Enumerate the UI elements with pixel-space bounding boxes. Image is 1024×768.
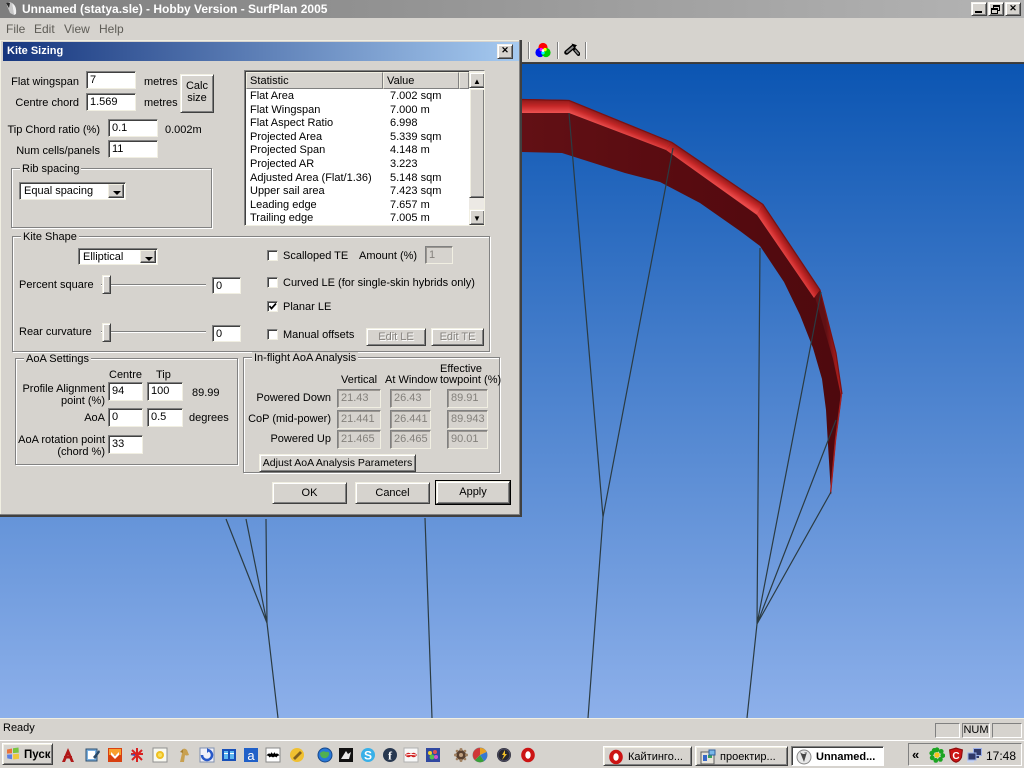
svg-text:S: S	[364, 749, 372, 763]
svg-text:C: C	[952, 751, 959, 762]
svg-text:a: a	[247, 748, 255, 763]
